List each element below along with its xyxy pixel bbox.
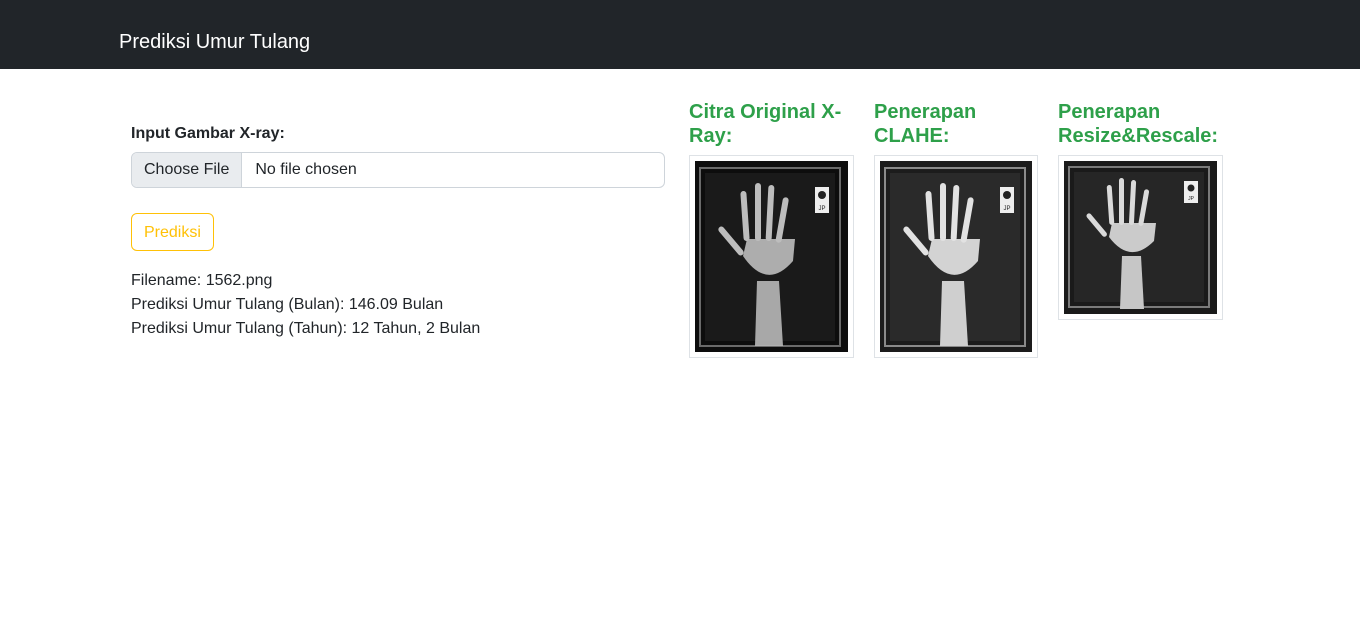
result-months: Prediksi Umur Tulang (Bulan): 146.09 Bul… [131,296,444,313]
svg-text:JP: JP [818,206,825,212]
choose-file-button[interactable]: Choose File [132,153,243,187]
svg-text:JP: JP [1188,196,1195,202]
navbar-brand[interactable]: Prediksi Umur Tulang [119,30,310,54]
navbar: Prediksi Umur Tulang [0,0,1360,69]
clahe-xray-image: JP [874,155,1038,358]
input-label: Input Gambar X-ray: [131,125,285,142]
clahe-image-panel: Penerapan CLAHE: JP [874,100,1038,358]
resize-rescale-image-panel: Penerapan Resize&Rescale: JP [1058,100,1223,320]
results: Filename: 1562.png Prediksi Umur Tulang … [131,269,665,341]
result-filename: Filename: 1562.png [131,272,273,289]
upload-form: Input Gambar X-ray: Choose File No file … [131,120,665,341]
clahe-image-title: Penerapan CLAHE: [874,101,977,147]
file-input[interactable]: Choose File No file chosen [131,152,665,188]
original-xray-image: JP [689,155,854,358]
prediksi-button[interactable]: Prediksi [131,213,214,251]
resize-rescale-image-title: Penerapan Resize&Rescale: [1058,101,1219,147]
resize-rescale-xray-image: JP [1058,155,1223,320]
original-image-title: Citra Original X- Ray: [689,101,842,147]
original-image-panel: Citra Original X- Ray: JP [689,100,854,358]
svg-text:JP: JP [1003,206,1010,212]
result-years: Prediksi Umur Tulang (Tahun): 12 Tahun, … [131,320,481,337]
file-status-text: No file chosen [255,161,357,178]
